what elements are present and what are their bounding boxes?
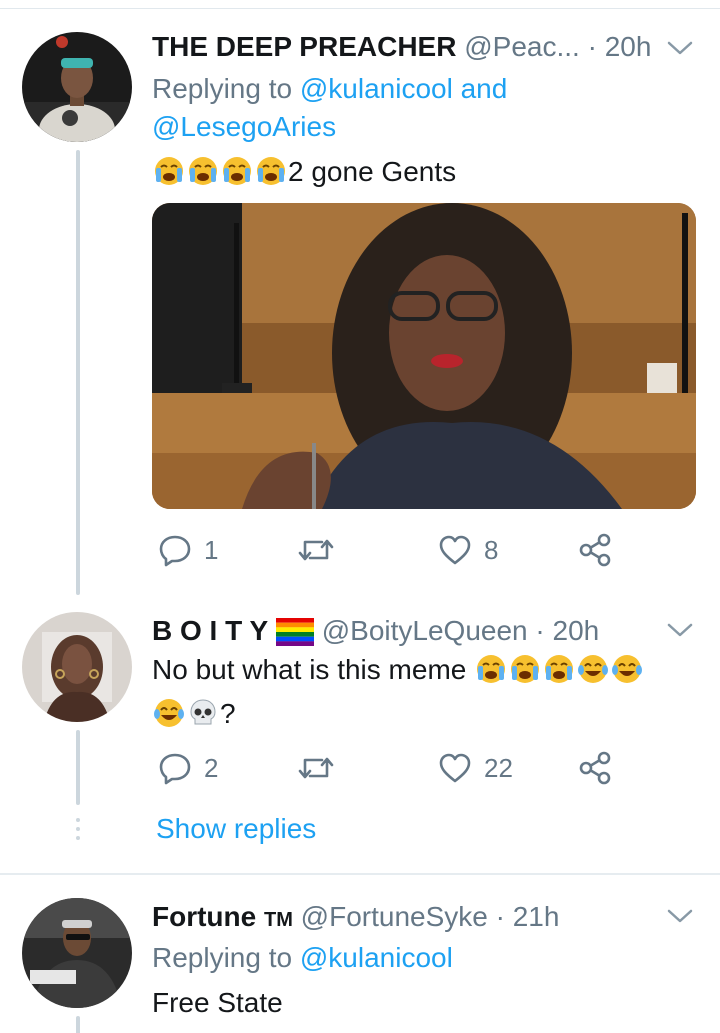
display-name[interactable]: THE DEEP PREACHER [152, 31, 456, 62]
like-count: 8 [484, 534, 499, 565]
replying-to-label: Replying to [152, 73, 300, 104]
face-with-tears-of-joy-icon [610, 653, 644, 695]
reply-context: Replying to @kulanicool and @LesegoAries [152, 70, 507, 146]
tweet-body: 2 gone Gents [288, 156, 457, 187]
reply-and-label: and [452, 73, 508, 104]
heart-icon [439, 535, 471, 565]
share-icon [579, 751, 611, 785]
tweet-text: No but what is this meme ? [152, 651, 644, 739]
user-handle[interactable]: @BoityLeQueen [322, 615, 528, 646]
chevron-down-icon[interactable] [665, 906, 695, 926]
reply-icon [159, 535, 191, 567]
retweet-icon [298, 757, 334, 779]
trademark-suffix: TM [264, 909, 293, 931]
reply-count: 2 [204, 752, 219, 783]
reply-context: Replying to @kulanicool [152, 939, 453, 977]
top-divider [0, 8, 720, 9]
avatar-boity[interactable] [22, 612, 132, 722]
thread-line [76, 1016, 80, 1033]
user-handle[interactable]: @Peac... [464, 31, 580, 62]
timestamp[interactable]: · 21h [496, 901, 560, 932]
loudly-crying-face-icon [152, 155, 186, 197]
tweet-image[interactable] [152, 203, 696, 509]
mention-link[interactable]: @LesegoAries [152, 111, 336, 142]
reply-button[interactable]: 2 [158, 748, 218, 788]
tweet-text: Free State [152, 984, 283, 1022]
tweet-body-suffix: ? [220, 698, 236, 729]
heart-icon [439, 753, 471, 783]
rainbow-flag-icon [275, 618, 314, 654]
share-button[interactable] [578, 530, 612, 570]
section-divider [0, 873, 720, 875]
thread-dots-icon [76, 818, 80, 840]
timestamp[interactable]: · 20h [588, 31, 652, 62]
loudly-crying-face-icon [186, 155, 220, 197]
face-with-tears-of-joy-icon [576, 653, 610, 695]
replying-to-label: Replying to [152, 942, 300, 973]
user-handle[interactable]: @FortuneSyke [301, 901, 488, 932]
like-count: 22 [484, 752, 513, 783]
mention-link[interactable]: @kulanicool [300, 73, 453, 104]
loudly-crying-face-icon [474, 653, 508, 695]
chevron-down-icon[interactable] [665, 38, 695, 58]
tweet-body: No but what is this meme [152, 654, 467, 685]
avatar-fortune[interactable] [22, 898, 132, 1008]
like-button[interactable]: 8 [438, 530, 498, 570]
mention-link[interactable]: @kulanicool [300, 942, 453, 973]
thread-line [76, 150, 80, 595]
display-name[interactable]: B O I T Y [152, 615, 268, 646]
face-with-tears-of-joy-icon [152, 697, 186, 739]
chevron-down-icon[interactable] [665, 620, 695, 640]
loudly-crying-face-icon [508, 653, 542, 695]
reply-button[interactable]: 1 [158, 530, 218, 570]
loudly-crying-face-icon [254, 155, 288, 197]
timestamp[interactable]: · 20h [535, 615, 599, 646]
thread-line [76, 730, 80, 805]
retweet-icon [298, 539, 334, 561]
avatar-deep-preacher[interactable] [22, 32, 132, 142]
tweet-header: Fortune TM @FortuneSyke · 21h [152, 900, 559, 934]
retweet-button[interactable] [298, 530, 346, 570]
tweet-header: B O I T Y @BoityLeQueen · 20h [152, 614, 599, 648]
skull-icon [186, 697, 220, 739]
reply-icon [159, 753, 191, 785]
action-bar: 2 22 [152, 748, 622, 788]
share-button[interactable] [578, 748, 612, 788]
display-name[interactable]: Fortune [152, 901, 256, 932]
share-icon [579, 533, 611, 567]
action-bar: 1 8 [152, 530, 622, 570]
tweet-body: Free State [152, 987, 283, 1018]
tweet-text: 2 gone Gents [152, 153, 456, 197]
tweet-header: THE DEEP PREACHER @Peac... · 20h [152, 30, 651, 64]
retweet-button[interactable] [298, 748, 346, 788]
loudly-crying-face-icon [542, 653, 576, 695]
show-replies-link[interactable]: Show replies [156, 810, 316, 848]
like-button[interactable]: 22 [438, 748, 513, 788]
loudly-crying-face-icon [220, 155, 254, 197]
reply-count: 1 [204, 534, 219, 565]
